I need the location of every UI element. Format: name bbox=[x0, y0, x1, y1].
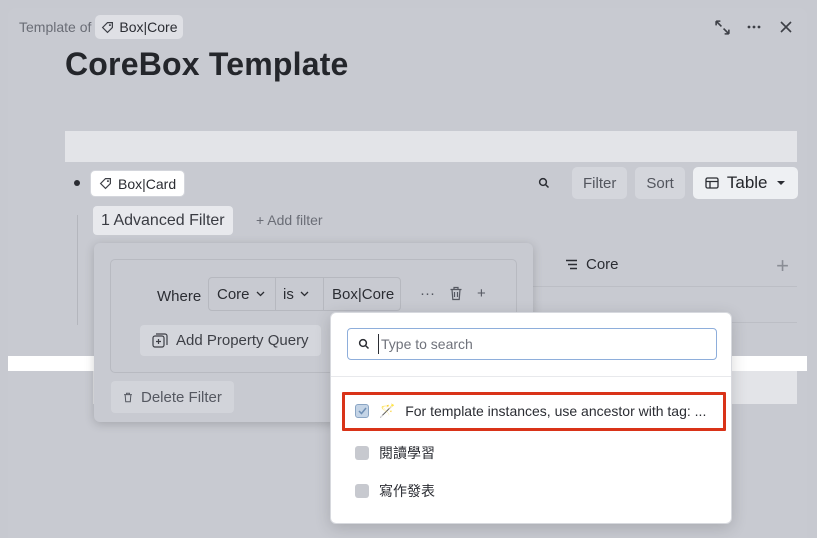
filter-row-actions: ··· + bbox=[420, 285, 486, 302]
boxcard-tag-chip[interactable]: Box|Card bbox=[90, 170, 186, 197]
text-property-icon bbox=[566, 259, 577, 270]
more-options-icon[interactable] bbox=[745, 18, 763, 36]
add-condition-button[interactable]: + bbox=[477, 285, 486, 302]
template-of-label: Template of bbox=[19, 19, 92, 35]
block-indent-line bbox=[77, 215, 78, 325]
value-dropdown: 🪄 For template instances, use ancestor w… bbox=[330, 312, 732, 524]
content-band bbox=[65, 131, 797, 162]
checkbox[interactable] bbox=[355, 446, 369, 460]
advanced-filter-chip[interactable]: 1 Advanced Filter bbox=[93, 206, 233, 235]
dropdown-option-reading[interactable]: 閱讀學習 bbox=[355, 443, 435, 463]
add-column-icon[interactable]: + bbox=[776, 253, 789, 279]
template-tag-label: Box|Core bbox=[119, 19, 178, 35]
chevron-down-icon bbox=[300, 291, 309, 297]
query-toolbar: Filter Sort Table bbox=[534, 167, 798, 199]
caret-down-icon bbox=[776, 181, 785, 185]
dropdown-divider bbox=[331, 376, 731, 377]
table-icon bbox=[705, 177, 719, 189]
add-property-query-label: Add Property Query bbox=[176, 332, 309, 349]
dropdown-search bbox=[347, 328, 717, 360]
magic-wand-icon: 🪄 bbox=[379, 403, 396, 418]
filter-more-button[interactable]: ··· bbox=[420, 285, 435, 302]
sort-button[interactable]: Sort bbox=[635, 167, 685, 199]
delete-filter-button[interactable]: Delete Filter bbox=[111, 381, 234, 413]
delete-filter-label: Delete Filter bbox=[141, 388, 222, 406]
page-title: CoreBox Template bbox=[65, 46, 349, 82]
add-property-query-button[interactable]: Add Property Query bbox=[140, 325, 321, 356]
search-icon bbox=[358, 338, 370, 350]
dropdown-option-label: 閱讀學習 bbox=[379, 445, 435, 461]
dropdown-option-label: For template instances, use ancestor wit… bbox=[405, 403, 707, 419]
tag-icon bbox=[102, 21, 114, 33]
checkbox-checked[interactable] bbox=[355, 404, 369, 418]
value-select-label: Box|Core bbox=[332, 285, 395, 303]
search-input[interactable] bbox=[378, 334, 528, 354]
column-header-core-label: Core bbox=[586, 256, 619, 273]
checkbox[interactable] bbox=[355, 484, 369, 498]
table-header: Core + bbox=[533, 243, 797, 287]
dropdown-option-label: 寫作發表 bbox=[379, 483, 435, 499]
filter-button[interactable]: Filter bbox=[572, 167, 628, 199]
block-bullet[interactable] bbox=[74, 180, 80, 186]
expand-icon[interactable] bbox=[713, 18, 731, 36]
boxcard-tag-label: Box|Card bbox=[118, 175, 177, 192]
tag-icon bbox=[99, 178, 111, 190]
template-tag-chip[interactable]: Box|Core bbox=[95, 15, 184, 39]
property-select-label: Core bbox=[217, 285, 250, 303]
close-icon[interactable] bbox=[777, 18, 795, 36]
property-select[interactable]: Core bbox=[208, 277, 276, 311]
trash-icon[interactable] bbox=[449, 286, 463, 301]
dropdown-option-writing[interactable]: 寫作發表 bbox=[355, 481, 435, 501]
where-label: Where bbox=[157, 288, 202, 305]
view-mode-label: Table bbox=[726, 173, 768, 192]
trash-icon bbox=[124, 392, 132, 402]
operator-select-label: is bbox=[283, 285, 294, 303]
check-icon bbox=[357, 407, 367, 415]
add-filter-button[interactable]: + Add filter bbox=[256, 212, 323, 228]
search-icon[interactable] bbox=[534, 173, 554, 193]
column-header-core[interactable]: Core bbox=[565, 256, 619, 273]
add-query-icon bbox=[152, 332, 168, 348]
value-select[interactable]: Box|Core bbox=[323, 277, 401, 311]
template-of-row: Template of Box|Core bbox=[19, 14, 184, 40]
view-mode-button[interactable]: Table bbox=[692, 167, 798, 199]
dropdown-option-template-instances[interactable]: 🪄 For template instances, use ancestor w… bbox=[355, 403, 706, 419]
operator-select[interactable]: is bbox=[275, 277, 324, 311]
chevron-down-icon bbox=[256, 291, 264, 297]
window-controls bbox=[713, 18, 795, 36]
